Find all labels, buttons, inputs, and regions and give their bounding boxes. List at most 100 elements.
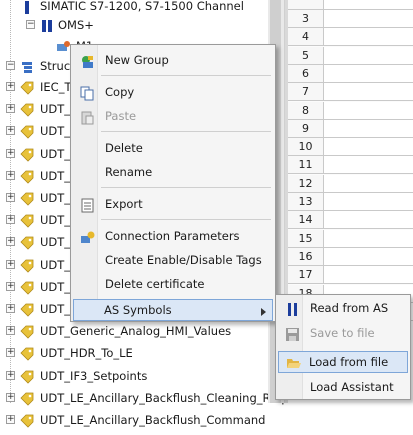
udt-tag-icon [20, 346, 34, 361]
grid-cell[interactable] [324, 211, 413, 230]
expand-icon[interactable]: + [6, 281, 15, 291]
grid-cell[interactable] [324, 247, 413, 266]
expand-icon[interactable]: + [6, 82, 15, 91]
udt-tag-icon [20, 102, 34, 117]
grid-cell[interactable] [324, 101, 413, 120]
grid-cell[interactable] [324, 193, 413, 211]
context-menu: New Group Copy Paste Delete Rename Expor… [70, 44, 276, 322]
menu-item-export[interactable]: Export [73, 192, 273, 216]
save-icon [285, 326, 300, 341]
menu-item-copy[interactable]: Copy [73, 80, 273, 104]
row-header[interactable]: 12 [288, 174, 324, 193]
submenu-arrow-icon [261, 308, 266, 316]
menu-separator [101, 75, 271, 76]
grid-cell[interactable] [324, 229, 413, 248]
row-header[interactable]: 16 [288, 247, 324, 266]
menu-item-rename[interactable]: Rename [73, 160, 273, 184]
copy-icon [80, 85, 95, 101]
menu-item-create-tags[interactable]: Create Enable/Disable Tags [73, 248, 273, 272]
row-header[interactable]: 11 [288, 156, 324, 175]
tree-item-udt[interactable]: + UDT_LE_Ancillary_Backflush_Cleaning_Req [0, 387, 284, 409]
row-header[interactable]: 5 [288, 46, 324, 65]
tree-item-label: UDT_LE_Ancillary_Backflush_Cleaning_Req [40, 390, 285, 405]
tree-item-label: UDT_IF3_Setpoints [40, 368, 148, 383]
collapse-icon[interactable]: − [6, 61, 15, 70]
expand-icon[interactable]: + [6, 259, 15, 269]
tree-item-udt[interactable]: + UDT_HDR_To_LE [0, 342, 268, 364]
as-symbols-submenu: Read from AS Save to file Load from file… [275, 294, 411, 400]
menu-item-paste[interactable]: Paste [73, 104, 273, 128]
expand-icon[interactable]: + [6, 148, 15, 158]
menu-item-delete-certificate[interactable]: Delete certificate [73, 272, 273, 296]
device-label: OMS+ [58, 18, 94, 32]
expand-icon[interactable]: + [6, 348, 15, 358]
udt-tag-icon [20, 124, 34, 139]
expand-icon[interactable]: + [6, 170, 15, 180]
connection-icon [56, 38, 70, 52]
udt-tag-icon [20, 369, 34, 384]
expand-icon[interactable]: + [6, 326, 15, 336]
row-header[interactable] [288, 0, 324, 10]
grid-cell[interactable] [324, 156, 413, 175]
grid-cell[interactable] [324, 119, 413, 138]
new-group-icon [80, 53, 95, 68]
row-header[interactable]: 15 [288, 229, 324, 248]
row-header[interactable]: 3 [288, 10, 324, 28]
row-header[interactable]: 10 [288, 138, 324, 157]
grid-cell[interactable] [324, 46, 413, 65]
open-folder-icon [286, 355, 301, 370]
grid-cell[interactable] [324, 28, 413, 47]
submenu-item-load-from-file[interactable]: Load from file [278, 351, 408, 373]
submenu-item-read-from-as[interactable]: Read from AS [278, 296, 408, 320]
row-header[interactable]: 6 [288, 64, 324, 83]
grid-cell[interactable] [324, 174, 413, 193]
grid-cell[interactable] [324, 138, 413, 157]
tree-item-label: UDT_HDR_To_LE [40, 346, 133, 361]
menu-separator [101, 131, 271, 132]
udt-tag-icon [20, 258, 34, 273]
expand-icon[interactable]: + [6, 392, 15, 402]
tree-item-udt[interactable]: + UDT_IF3_Setpoints [0, 365, 268, 387]
udt-tag-icon [20, 169, 34, 184]
submenu-item-save-to-file[interactable]: Save to file [278, 321, 408, 345]
submenu-item-load-assistant[interactable]: Load Assistant [278, 375, 408, 399]
tree-node-device[interactable]: − OMS+ [0, 14, 268, 36]
udt-tag-icon [20, 413, 34, 428]
expand-icon[interactable]: + [6, 215, 15, 225]
row-header[interactable]: 7 [288, 83, 324, 102]
collapse-icon[interactable]: − [26, 20, 35, 29]
expand-icon[interactable]: + [6, 104, 15, 114]
udt-tag-icon [20, 213, 34, 228]
menu-item-as-symbols[interactable]: AS Symbols [73, 299, 273, 321]
row-header[interactable]: 8 [288, 101, 324, 120]
expand-icon[interactable]: + [6, 415, 15, 424]
udt-tag-icon [20, 191, 34, 206]
row-header[interactable]: 13 [288, 193, 324, 211]
grid-cell[interactable] [324, 266, 413, 285]
udt-tag-icon [20, 80, 34, 95]
grid-cell[interactable] [324, 64, 413, 83]
expand-icon[interactable]: + [6, 304, 15, 313]
tree-item-udt[interactable]: + UDT_Generic_Analog_HMI_Values [0, 320, 268, 342]
grid-cell[interactable] [324, 10, 413, 28]
connection-parameters-icon [80, 229, 95, 244]
read-from-as-icon [285, 301, 300, 316]
expand-icon[interactable]: + [6, 193, 15, 202]
grid-cell[interactable] [324, 83, 413, 102]
menu-item-delete[interactable]: Delete [73, 136, 273, 160]
grid-cell[interactable] [324, 0, 413, 10]
row-header[interactable]: 9 [288, 119, 324, 138]
menu-item-connection-parameters[interactable]: Connection Parameters [73, 224, 273, 248]
row-header[interactable]: 17 [288, 266, 324, 285]
udt-tag-icon [20, 324, 34, 339]
row-header[interactable]: 4 [288, 28, 324, 47]
expand-icon[interactable]: + [6, 237, 15, 247]
channel-icon [20, 0, 34, 14]
expand-icon[interactable]: + [6, 126, 15, 136]
udt-tag-icon [20, 302, 34, 317]
expand-icon[interactable]: + [6, 370, 15, 380]
row-header[interactable]: 14 [288, 211, 324, 230]
tree-item-udt[interactable]: + UDT_LE_Ancillary_Backflush_Command [0, 409, 268, 431]
menu-item-new-group[interactable]: New Group [73, 48, 273, 72]
structure-icon [20, 59, 34, 73]
